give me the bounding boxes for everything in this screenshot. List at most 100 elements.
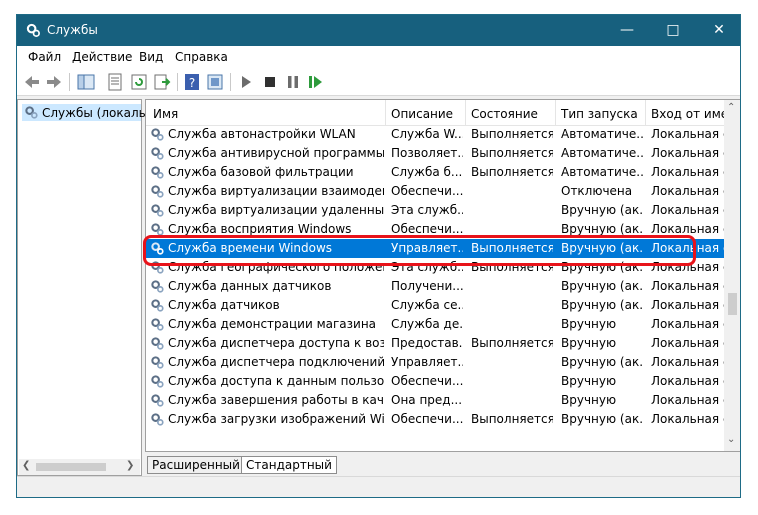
service-gear-icon <box>151 128 164 141</box>
console-tree-pane: Службы (локалы ❮ ❯ <box>17 99 148 476</box>
service-description: Получени... <box>391 279 463 293</box>
column-header-name[interactable]: Имя <box>153 107 178 121</box>
table-row[interactable]: Служба доступа к данным пользоват... Обес… <box>146 372 725 391</box>
stop-service-icon[interactable] <box>261 73 279 91</box>
properties-icon[interactable] <box>106 73 124 91</box>
service-gear-icon <box>151 280 164 293</box>
service-status: Выполняется <box>471 412 553 426</box>
tab-extended[interactable]: Расширенный <box>147 456 245 474</box>
scroll-down-icon[interactable]: ⌄ <box>727 434 735 445</box>
service-logon: Локальная си <box>651 279 725 293</box>
snapin-icon[interactable] <box>206 73 224 91</box>
service-startup-type: Вручную (ак... <box>561 412 643 426</box>
service-gear-icon <box>151 223 164 236</box>
scroll-right-icon[interactable]: ❯ <box>126 460 134 471</box>
tab-standard[interactable]: Стандартный <box>241 456 337 474</box>
service-gear-icon <box>151 166 164 179</box>
table-row[interactable]: Служба диспетчера доступа к возмо... Пред… <box>146 334 725 353</box>
menu-help[interactable]: Справка <box>175 50 228 64</box>
service-logon: Локальная си <box>651 260 725 274</box>
table-row[interactable]: Служба виртуализации взаимодейст... Обесп… <box>146 182 725 201</box>
list-vertical-scrollbar[interactable]: ⌃ ⌄ <box>724 100 740 451</box>
service-logon: Локальная си <box>651 127 725 141</box>
service-logon: Локальная сл <box>651 412 725 426</box>
tree-horizontal-scrollbar[interactable]: ❮ ❯ <box>19 459 140 475</box>
column-divider[interactable] <box>465 100 466 125</box>
service-status: Выполняется <box>471 241 553 255</box>
table-row[interactable]: Служба восприятия Windows Обеспечи... Вруч… <box>146 220 725 239</box>
toolbar-separator <box>230 73 231 91</box>
column-header-startup-type[interactable]: Тип запуска <box>561 107 638 121</box>
service-name: Служба времени Windows <box>168 241 333 255</box>
service-status: Выполняется <box>471 260 553 274</box>
service-gear-icon <box>151 413 164 426</box>
table-row[interactable]: Служба завершения работы в качест... Она … <box>146 391 725 410</box>
service-name: Служба виртуализации удаленных р... <box>168 203 384 217</box>
table-row[interactable]: Служба антивирусной программы ... Позволя… <box>146 144 725 163</box>
table-row[interactable]: Служба диспетчера подключений сл... Управ… <box>146 353 725 372</box>
scrollbar-thumb[interactable] <box>728 293 737 315</box>
column-header-description[interactable]: Описание <box>391 107 453 121</box>
service-logon: Локальная си <box>651 298 725 312</box>
maximize-button[interactable]: □ <box>650 15 696 46</box>
service-description: Обеспечи... <box>391 412 463 426</box>
list-header: Имя ⌃ Описание Состояние Тип запуска Вхо… <box>146 100 736 126</box>
column-divider[interactable] <box>385 100 386 125</box>
service-gear-icon <box>151 356 164 369</box>
service-gear-icon <box>151 147 164 160</box>
table-row[interactable]: Служба датчиков Служба се... Вручную (ак..… <box>146 296 725 315</box>
service-name: Служба диспетчера доступа к возмо... <box>168 336 384 350</box>
status-bar <box>17 476 740 497</box>
menu-view[interactable]: Вид <box>139 50 163 64</box>
refresh-icon[interactable] <box>130 73 148 91</box>
service-name: Служба датчиков <box>168 298 280 312</box>
back-arrow-icon[interactable] <box>23 73 41 91</box>
service-startup-type: Вручную (ак... <box>561 203 643 217</box>
tree-item-services-local[interactable]: Службы (локалы <box>22 104 148 121</box>
toolbar: ? <box>17 68 740 96</box>
service-gear-icon <box>151 318 164 331</box>
table-row[interactable]: Служба данных датчиков Получени... Вручную… <box>146 277 725 296</box>
table-row-selected[interactable]: Служба времени Windows Управляет... Выполн… <box>146 239 725 258</box>
table-row[interactable]: Служба географического положения Эта служ… <box>146 258 725 277</box>
services-gear-icon <box>26 23 40 37</box>
service-gear-icon <box>151 337 164 350</box>
menu-action[interactable]: Действие <box>72 50 132 64</box>
column-divider[interactable] <box>555 100 556 125</box>
forward-arrow-icon[interactable] <box>45 73 63 91</box>
service-description: Эта служб... <box>391 203 463 217</box>
table-row[interactable]: Служба автонастройки WLAN Служба W... Выпо… <box>146 125 725 144</box>
console-tree-icon[interactable] <box>77 73 95 91</box>
service-startup-type: Вручную (ак... <box>561 241 643 255</box>
scroll-up-icon[interactable]: ⌃ <box>727 102 735 113</box>
service-startup-type: Вручную (ак... <box>561 222 643 236</box>
service-description: Она пред... <box>391 393 463 407</box>
table-row[interactable]: Служба базовой фильтрации Служба б... Выпо… <box>146 163 725 182</box>
export-list-icon[interactable] <box>153 73 171 91</box>
tree-item-label: Службы (локалы <box>42 106 149 120</box>
scroll-left-icon[interactable]: ❮ <box>22 460 30 471</box>
restart-service-icon[interactable] <box>307 73 325 91</box>
help-icon[interactable]: ? <box>183 73 201 91</box>
service-logon: Локальная си <box>651 355 725 369</box>
column-header-status[interactable]: Состояние <box>471 107 538 121</box>
service-logon: Локальная си <box>651 317 725 331</box>
start-service-icon[interactable] <box>237 73 255 91</box>
table-row[interactable]: Служба демонстрации магазина Служба де...… <box>146 315 725 334</box>
scrollbar-thumb[interactable] <box>36 463 106 471</box>
title-bar[interactable]: Службы — □ ✕ <box>17 15 740 46</box>
service-startup-type: Автоматиче... <box>561 127 643 141</box>
service-name: Служба диспетчера подключений сл... <box>168 355 384 369</box>
service-description: Управляет... <box>391 355 463 369</box>
table-row[interactable]: Служба загрузки изображений Wind... Обесп… <box>146 410 725 429</box>
table-row[interactable]: Служба виртуализации удаленных р... Эта с… <box>146 201 725 220</box>
minimize-button[interactable]: — <box>604 15 650 46</box>
menu-file[interactable]: Файл <box>28 50 61 64</box>
service-description: Позволяет... <box>391 146 463 160</box>
column-divider[interactable] <box>645 100 646 125</box>
pause-service-icon[interactable] <box>284 73 302 91</box>
close-button[interactable]: ✕ <box>696 15 740 46</box>
window-title: Службы <box>47 23 98 37</box>
service-description: Служба де... <box>391 317 463 331</box>
toolbar-separator <box>69 73 70 91</box>
